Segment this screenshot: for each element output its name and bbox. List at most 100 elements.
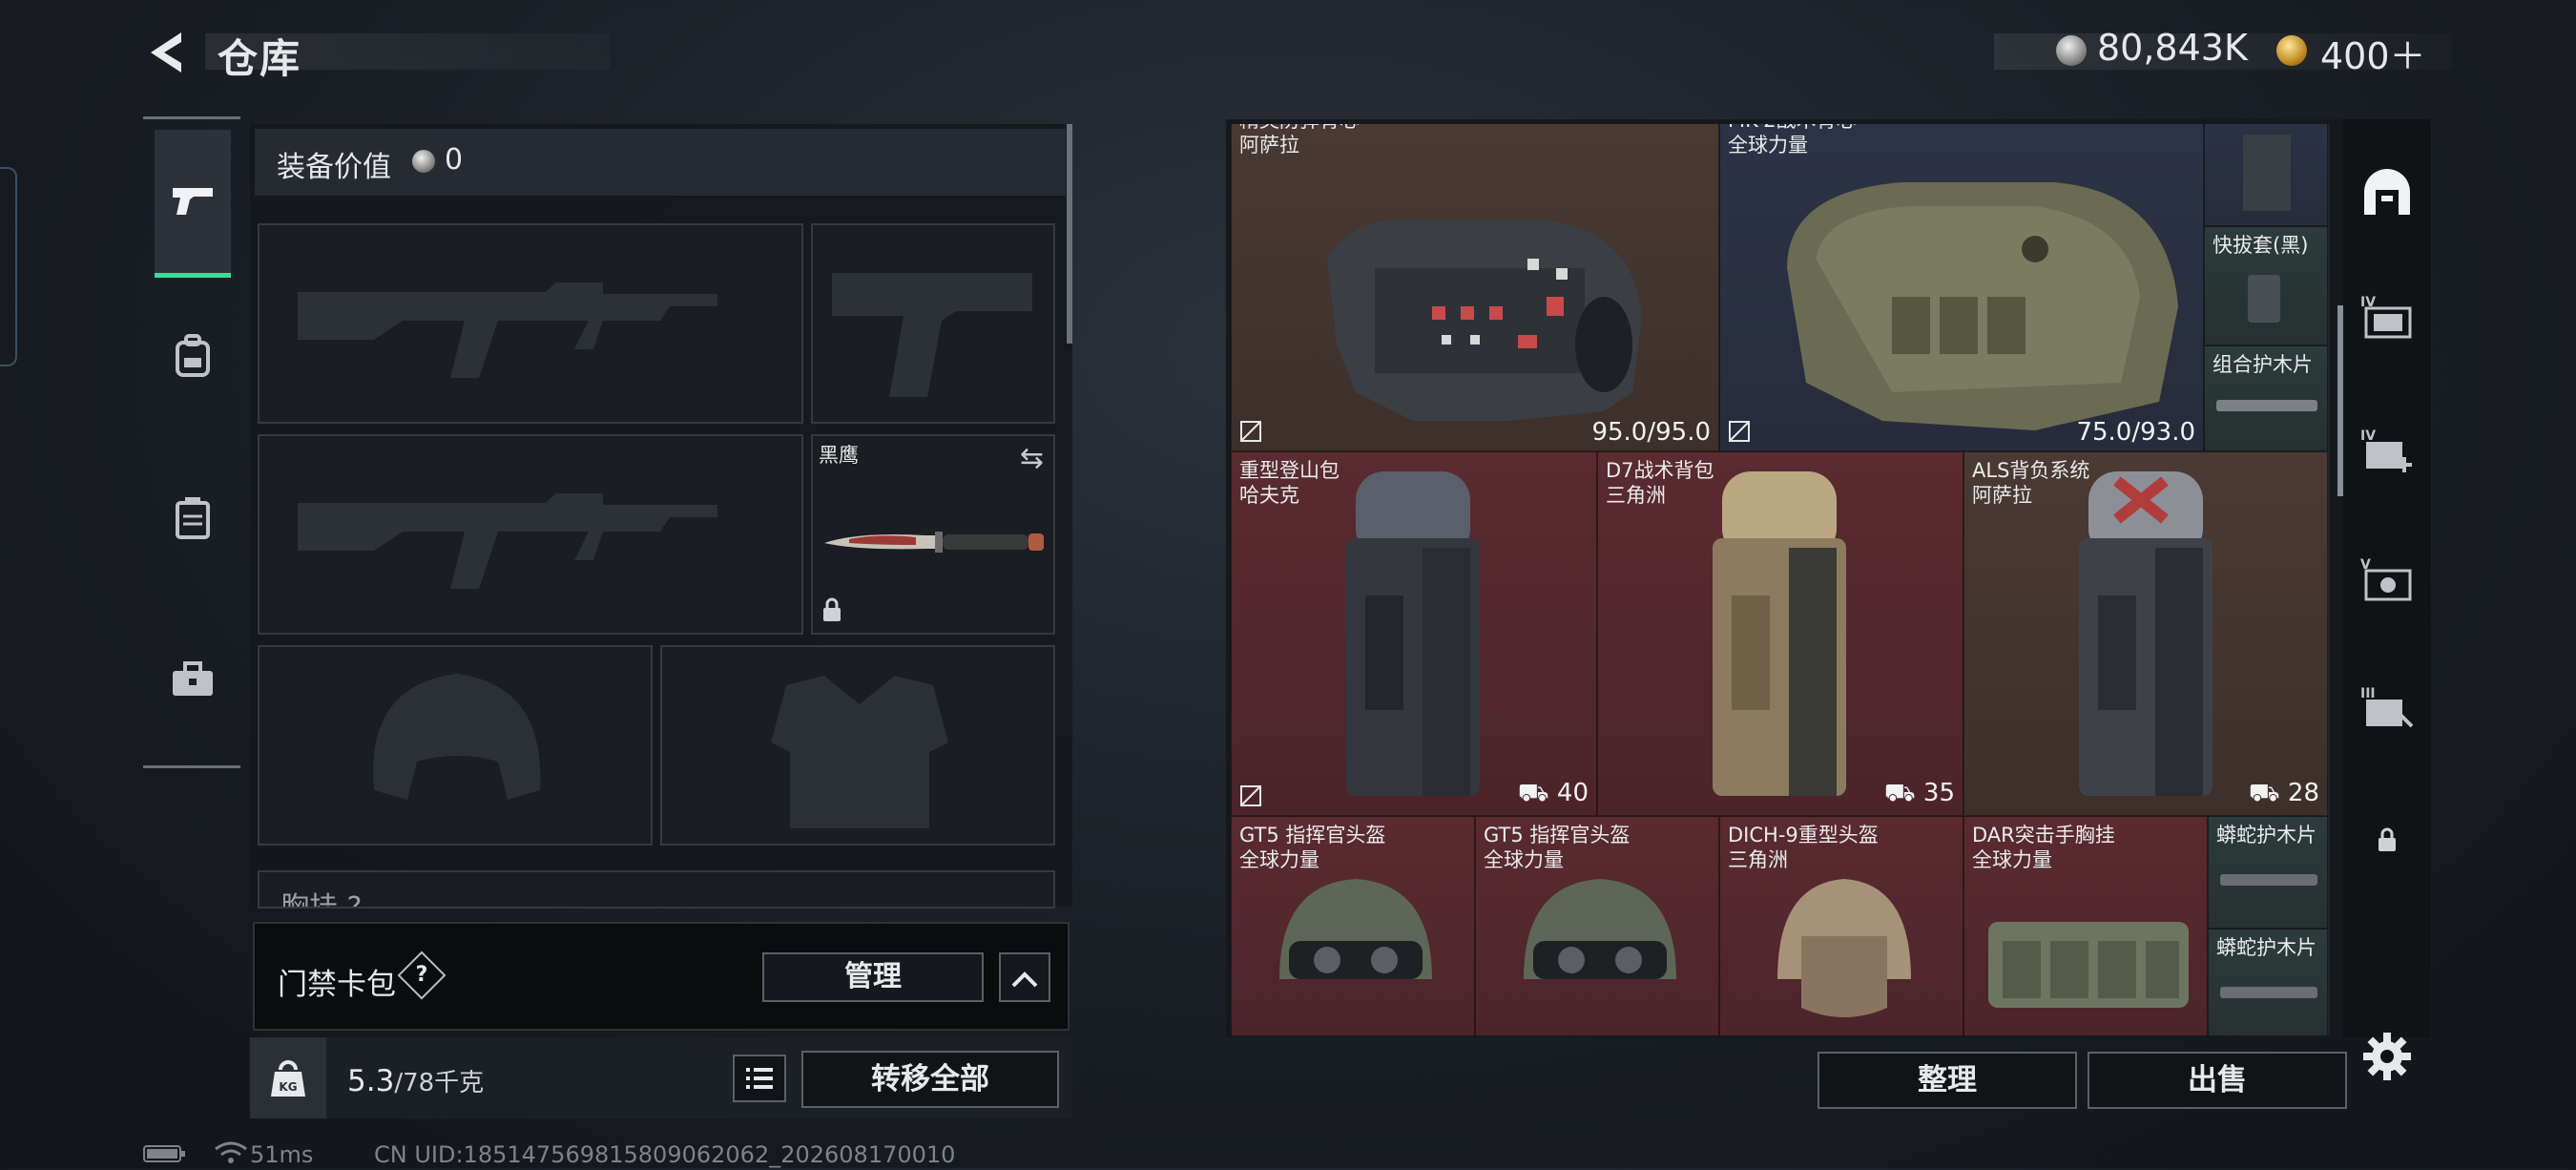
keycard-bar: 门禁卡包 ? 管理 [253, 922, 1070, 1031]
item-name: 精英防弹背心 [1239, 124, 1360, 133]
storage-item[interactable]: 快拔套(黑) [2204, 226, 2328, 345]
storage-grid[interactable]: 精英防弹背心阿萨拉 95.0/95.0 MK-2战术背心全球力量 75.0/93… [1231, 124, 2330, 1035]
pistol-silhouette-icon [832, 273, 1032, 397]
helmet-icon [1279, 879, 1432, 979]
backpack-icon [172, 333, 214, 383]
item-label: 精英防弹背心阿萨拉 [1239, 124, 1360, 157]
equipment-value: 0 [445, 143, 464, 177]
storage-item[interactable]: DICH-9重型头盔 三角洲 [1719, 816, 1963, 1035]
loadout-scrollbar[interactable] [1067, 124, 1072, 344]
svg-text:KG: KG [279, 1080, 297, 1094]
silver-balance: 80,843K [2097, 27, 2248, 69]
silver-coin-icon [2056, 35, 2087, 66]
storage-item[interactable]: 精英防弹背心阿萨拉 95.0/95.0 [1231, 124, 1719, 451]
storage-item[interactable]: 蟒蛇护木片 [2208, 816, 2328, 929]
capacity-value: 35 [1922, 779, 1955, 807]
melee-slot[interactable]: 黑鹰 ⇆ [811, 434, 1055, 635]
sell-button[interactable]: 出售 [2088, 1052, 2347, 1109]
rail-divider [143, 765, 240, 768]
tab-case[interactable] [155, 611, 231, 754]
armor-vest-icon [1327, 219, 1642, 421]
rifle-silhouette-icon [298, 282, 717, 378]
item-label: DAR突击手胸挂 全球力量 [1972, 823, 2115, 872]
manage-button[interactable]: 管理 [762, 952, 984, 1002]
handguard-icon [2220, 874, 2317, 886]
storage-item[interactable]: 蟒蛇护木片 [2208, 929, 2328, 1035]
svg-text:III: III [2360, 686, 2376, 701]
list-view-button[interactable] [733, 1055, 786, 1102]
tab-weapon[interactable] [155, 130, 231, 278]
page-title: 仓库 [218, 35, 302, 82]
storage-item[interactable]: 重型登山包 哈夫克 ⛟ 40 [1231, 451, 1597, 816]
capacity: ⛟ 35 [1884, 779, 1955, 811]
storage-item[interactable]: DAR突击手胸挂 全球力量 [1963, 816, 2208, 1035]
transfer-all-button[interactable]: 转移全部 [801, 1051, 1059, 1108]
capacity: ⛟ 40 [1518, 779, 1589, 811]
no-sell-icon [1728, 420, 1751, 443]
capacity-value: 40 [1556, 779, 1589, 807]
battery-wifi-icons [143, 1141, 248, 1170]
lock-icon[interactable] [2357, 809, 2418, 870]
handguard-icon [2216, 400, 2317, 411]
storage-overview-icon[interactable] [2357, 162, 2418, 223]
no-sell-icon [1239, 784, 1262, 807]
tier-4-storage-icon[interactable]: IV [2357, 286, 2418, 347]
item-name: GT5 指挥官头盔 [1239, 824, 1386, 846]
storage-item[interactable]: GT5 指挥官头盔 全球力量 [1475, 816, 1719, 1035]
gold-balance[interactable]: 400＋ [2320, 27, 2426, 79]
secondary-weapon-slot[interactable] [258, 434, 803, 635]
helmet-slot[interactable] [258, 645, 653, 846]
keycard-label: 门禁卡包 [278, 968, 396, 1002]
tab-chest-rig[interactable] [155, 449, 231, 592]
item-name: 蟒蛇护木片 [2216, 936, 2316, 959]
tier-5-storage-icon[interactable]: V [2357, 549, 2418, 610]
handguard-icon [2220, 987, 2317, 998]
backpack-icon [1346, 471, 1480, 796]
item-name: 快拔套(黑) [2212, 234, 2309, 257]
storage-item[interactable]: MK-2战术背心全球力量 75.0/93.0 [1719, 124, 2204, 451]
weight-max: /78千克 [394, 1069, 485, 1097]
durability: 75.0/93.0 [2076, 418, 2195, 447]
help-icon[interactable]: ? [397, 951, 447, 1000]
tier-4-add-icon[interactable]: IV [2357, 420, 2418, 481]
primary-weapon-slot[interactable] [258, 223, 803, 424]
storage-item[interactable]: 组合护木片 [2204, 345, 2328, 451]
item-name: 重型登山包 [1239, 459, 1340, 482]
helmet-silhouette-icon [373, 674, 541, 800]
item-brand: 全球力量 [1972, 848, 2052, 871]
collapse-button[interactable] [999, 952, 1050, 1002]
storage-item[interactable]: GT5 指挥官头盔 全球力量 [1231, 816, 1475, 1035]
knife-icon [824, 532, 1044, 553]
gear-icon[interactable] [2361, 1031, 2413, 1082]
storage-item[interactable]: ALS背负系统 阿萨拉 ⛟ 28 [1963, 451, 2328, 816]
no-sell-icon [1239, 420, 1262, 443]
item-brand: 哈夫克 [1239, 484, 1299, 507]
helmet-icon [1777, 879, 1911, 1017]
storage-item[interactable]: D7战术背包 三角洲 ⛟ 35 [1597, 451, 1963, 816]
tier-3-storage-icon[interactable]: III [2357, 678, 2418, 739]
swap-icon[interactable]: ⇆ [1020, 442, 1044, 475]
back-arrow-icon[interactable] [143, 29, 193, 76]
item-name: 蟒蛇护木片 [2216, 824, 2316, 846]
armor-slot[interactable] [660, 645, 1055, 846]
ping-readout: 51ms [250, 1141, 314, 1168]
list-icon [746, 1068, 773, 1089]
storage-item[interactable] [2204, 124, 2328, 226]
pistol-slot[interactable] [811, 223, 1055, 424]
item-brand: 阿萨拉 [1239, 134, 1299, 157]
side-drawer-handle[interactable] [0, 167, 17, 366]
magazine-icon [2243, 135, 2291, 211]
item-label: 重型登山包 哈夫克 [1239, 458, 1340, 508]
backpack-icon [1713, 471, 1846, 796]
capacity-value: 28 [2287, 779, 2319, 807]
tab-backpack[interactable] [155, 286, 231, 429]
svg-text:IV: IV [2360, 428, 2376, 444]
weight-readout: 5.3/78千克 [347, 1063, 484, 1098]
melee-name: 黑鹰 [819, 444, 859, 467]
battery-icon [143, 1145, 185, 1162]
capacity-icon: ⛟ [1517, 779, 1557, 807]
chest-rig-slot[interactable]: 胸挂 ? [258, 870, 1055, 909]
sort-button[interactable]: 整理 [1818, 1052, 2077, 1109]
item-name: DICH-9重型头盔 [1728, 824, 1879, 846]
silver-coin-icon [412, 150, 435, 173]
